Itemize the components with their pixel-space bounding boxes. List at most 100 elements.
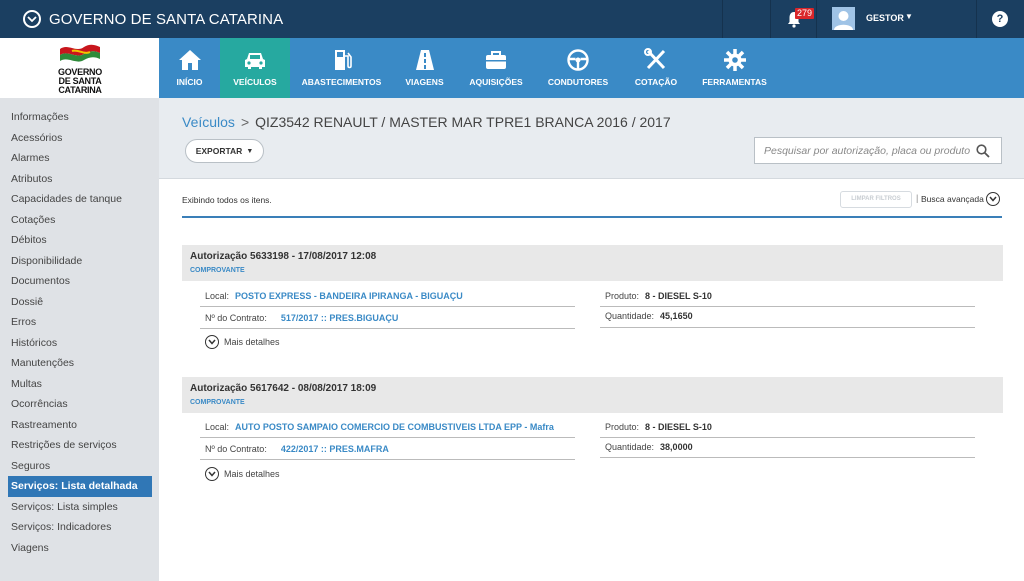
user-name[interactable]: GESTOR xyxy=(866,13,904,23)
breadcrumb: Veículos > QIZ3542 RENAULT / MASTER MAR TP… xyxy=(182,114,671,130)
caret-down-icon[interactable]: ▼ xyxy=(905,12,913,21)
search-icon[interactable] xyxy=(976,144,990,158)
sidebar-item-manutencoes[interactable]: Manutenções xyxy=(0,353,159,374)
page-title: QIZ3542 RENAULT / MASTER MAR TPRE1 BRANC… xyxy=(255,114,671,130)
caret-down-icon: ▼ xyxy=(246,147,254,155)
user-icon xyxy=(834,11,853,30)
field-label: Local: xyxy=(205,291,230,301)
sidebar-item-servicos-indicadores[interactable]: Serviços: Indicadores xyxy=(0,517,159,538)
field-value: 8 - DIESEL S-10 xyxy=(645,422,712,432)
sidebar-item-servicos-lista-simples[interactable]: Serviços: Lista simples xyxy=(0,497,159,518)
sidebar-item-rastreamento[interactable]: Rastreamento xyxy=(0,415,159,436)
nav-item-inicio[interactable]: INÍCIO xyxy=(159,38,220,98)
sidebar-item-capacidades-de-tanque[interactable]: Capacidades de tanque xyxy=(0,189,159,210)
receipt-link[interactable]: COMPROVANTE xyxy=(190,399,245,406)
nav-label: AQUISIÇÕES xyxy=(469,77,523,87)
logo[interactable]: GOVERNO DE SANTA CATARINA xyxy=(0,38,159,98)
record-title: Autorização 5633198 - 17/08/2017 12:08 xyxy=(190,251,377,262)
nav-item-aquisicoes[interactable]: AQUISIÇÕES xyxy=(456,38,536,98)
notification-badge[interactable]: 279 xyxy=(795,8,815,19)
contract-link[interactable]: 517/2017 :: PRES.BIGUAÇU xyxy=(281,313,399,323)
filter-bar: Exibindo todos os itens. LIMPAR FILTROS … xyxy=(182,188,1002,218)
nav-item-ferramentas[interactable]: FERRAMENTAS xyxy=(692,38,777,98)
sidebar-item-seguros[interactable]: Seguros xyxy=(0,456,159,477)
nav-item-viagens[interactable]: VIAGENS xyxy=(393,38,456,98)
divider xyxy=(976,0,977,38)
field-label: Quantidade: xyxy=(605,442,655,452)
avatar[interactable] xyxy=(832,7,855,30)
search-input[interactable] xyxy=(755,138,975,163)
fuel-pump-icon xyxy=(334,50,352,70)
record-quantity: Quantidade: 38,0000 xyxy=(605,442,693,452)
sidebar-item-ocorrencias[interactable]: Ocorrências xyxy=(0,394,159,415)
contract-link[interactable]: 422/2017 :: PRES.MAFRA xyxy=(281,444,389,454)
nav-item-abastecimentos[interactable]: ABASTECIMENTOS xyxy=(290,38,393,98)
sidebar-item-debitos[interactable]: Débitos xyxy=(0,230,159,251)
divider xyxy=(200,328,575,329)
clear-filters-button[interactable]: LIMPAR FILTROS xyxy=(840,191,912,208)
sidebar-item-viagens[interactable]: Viagens xyxy=(0,538,159,559)
sidebar-item-atributos[interactable]: Atributos xyxy=(0,169,159,190)
page-header: Veículos > QIZ3542 RENAULT / MASTER MAR TP… xyxy=(159,98,1024,179)
divider xyxy=(600,306,975,307)
record-local: Local: POSTO EXPRESS - BANDEIRA IPIRANGA … xyxy=(205,291,463,301)
record-header: Autorização 5633198 - 17/08/2017 12:08 C… xyxy=(182,245,1003,281)
nav-label: INÍCIO xyxy=(176,77,203,87)
nav-item-veiculos[interactable]: VEÍCULOS xyxy=(220,38,290,98)
top-bar: GOVERNO DE SANTA CATARINA 279 GESTOR ▼ ? xyxy=(0,0,1024,38)
sidebar-item-historicos[interactable]: Históricos xyxy=(0,333,159,354)
more-details-toggle[interactable]: Mais detalhes xyxy=(205,467,280,481)
flag-logo-icon xyxy=(60,44,100,62)
record-contract: Nº do Contrato: 422/2017 :: PRES.MAFRA xyxy=(205,444,389,454)
briefcase-icon xyxy=(486,51,506,69)
local-link[interactable]: AUTO POSTO SAMPAIO COMERCIO DE COMBUSTIV… xyxy=(235,422,554,432)
home-icon xyxy=(178,50,201,70)
sidebar-item-dossie[interactable]: Dossiê xyxy=(0,292,159,313)
sidebar-item-cotacoes[interactable]: Cotações xyxy=(0,210,159,231)
divider xyxy=(600,457,975,458)
field-label: Nº do Contrato: xyxy=(205,444,267,454)
chevron-down-icon[interactable] xyxy=(986,192,1000,206)
search-box xyxy=(754,137,1002,164)
sidebar-item-documentos[interactable]: Documentos xyxy=(0,271,159,292)
export-button-label: EXPORTAR xyxy=(195,146,243,156)
divider xyxy=(770,0,771,38)
chevron-down-icon[interactable] xyxy=(23,10,41,28)
main-nav: INÍCIO VEÍCULOS ABASTECIMENTOS VIAGENS A… xyxy=(159,38,1024,98)
field-label: Quantidade: xyxy=(605,311,655,321)
sidebar-item-erros[interactable]: Erros xyxy=(0,312,159,333)
nav-label: FERRAMENTAS xyxy=(702,77,767,87)
car-icon xyxy=(245,53,265,69)
export-button[interactable]: EXPORTAR ▼ xyxy=(185,139,264,163)
breadcrumb-separator: > xyxy=(240,114,250,130)
receipt-link[interactable]: COMPROVANTE xyxy=(190,267,245,274)
local-link[interactable]: POSTO EXPRESS - BANDEIRA IPIRANGA - BIGU… xyxy=(235,291,463,301)
nav-label: ABASTECIMENTOS xyxy=(301,77,382,87)
divider xyxy=(200,437,575,438)
help-icon[interactable]: ? xyxy=(992,11,1008,27)
steering-wheel-icon xyxy=(567,49,589,71)
more-details-label: Mais detalhes xyxy=(224,337,280,347)
record-header: Autorização 5617642 - 08/08/2017 18:09 C… xyxy=(182,377,1003,413)
sidebar-item-multas[interactable]: Multas xyxy=(0,374,159,395)
sidebar-item-servicos-lista-detalhada[interactable]: Serviços: Lista detalhada xyxy=(8,476,152,497)
sidebar-item-informacoes[interactable]: Informações xyxy=(0,107,159,128)
breadcrumb-link-veiculos[interactable]: Veículos xyxy=(182,114,235,130)
sidebar-item-restricoes-de-servicos[interactable]: Restrições de serviços xyxy=(0,435,159,456)
nav-label: VEÍCULOS xyxy=(233,77,277,87)
sidebar-item-alarmes[interactable]: Alarmes xyxy=(0,148,159,169)
more-details-toggle[interactable]: Mais detalhes xyxy=(205,335,280,349)
sidebar-item-acessorios[interactable]: Acessórios xyxy=(0,128,159,149)
record-local: Local: AUTO POSTO SAMPAIO COMERCIO DE COM… xyxy=(205,422,554,432)
government-title[interactable]: GOVERNO DE SANTA CATARINA xyxy=(49,11,283,28)
nav-label: VIAGENS xyxy=(405,77,444,87)
sidebar: Informações Acessórios Alarmes Atributos… xyxy=(0,98,159,581)
divider xyxy=(600,437,975,438)
nav-item-condutores[interactable]: CONDUTORES xyxy=(536,38,620,98)
sidebar-item-disponibilidade[interactable]: Disponibilidade xyxy=(0,251,159,272)
field-label: Local: xyxy=(205,422,230,432)
nav-item-cotacao[interactable]: COTAÇÃO xyxy=(620,38,692,98)
field-value: 8 - DIESEL S-10 xyxy=(645,291,712,301)
advanced-search-link[interactable]: Busca avançada xyxy=(921,194,984,204)
nav-label: COTAÇÃO xyxy=(634,77,678,87)
